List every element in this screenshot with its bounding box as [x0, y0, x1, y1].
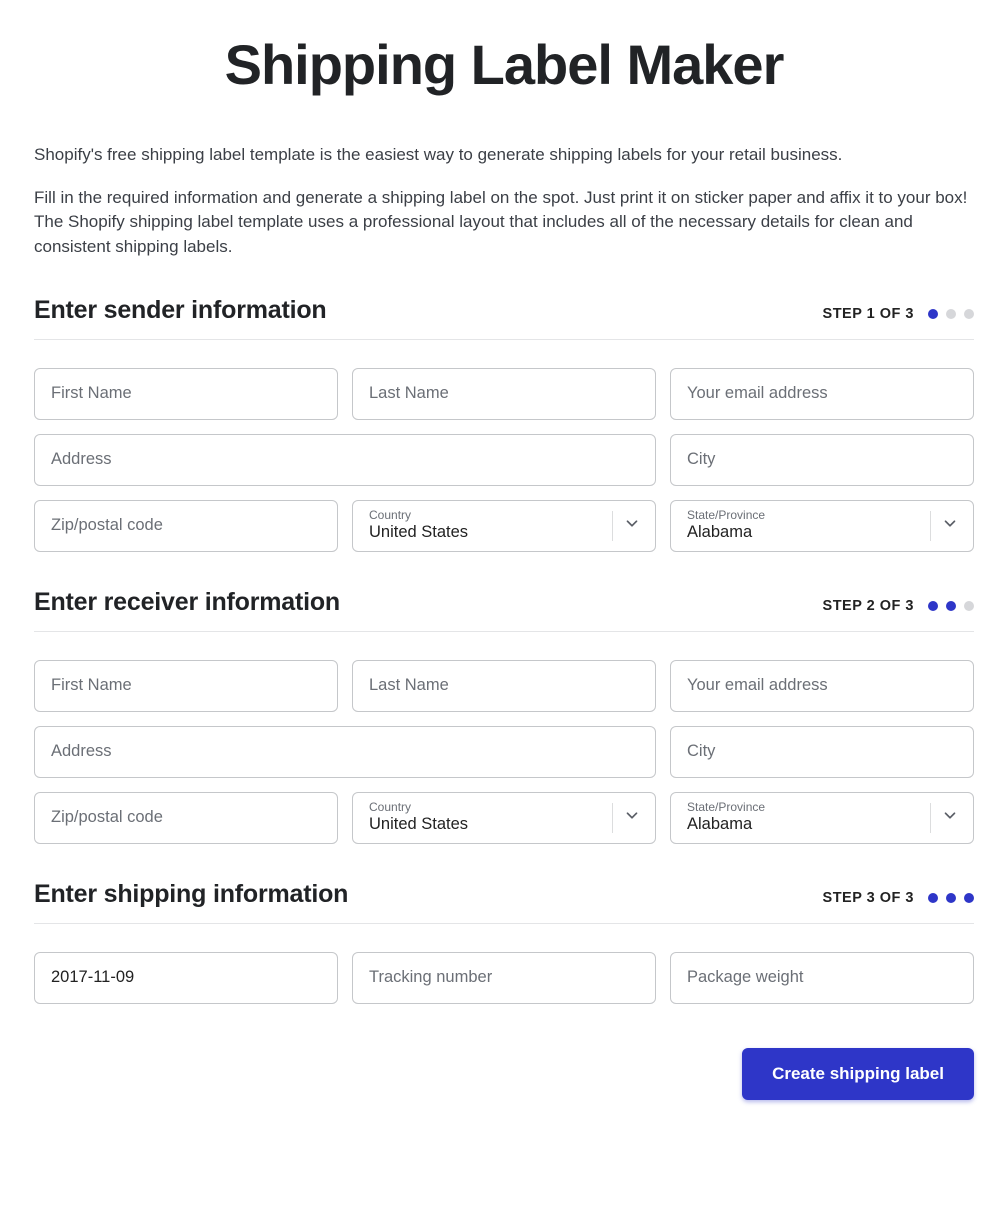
receiver-state-select[interactable]: State/Province Alabama	[670, 792, 974, 844]
receiver-country-value: United States	[369, 815, 468, 834]
sender-state-label: State/Province	[687, 509, 765, 521]
intro-paragraph-2: Fill in the required information and gen…	[34, 186, 974, 260]
sender-zip-input[interactable]	[51, 516, 321, 535]
sender-form: Country United States State/Province Ala…	[34, 368, 974, 552]
shipping-heading: Enter shipping information	[34, 880, 348, 909]
sender-zip-field[interactable]	[34, 500, 338, 552]
receiver-address-input[interactable]	[51, 742, 639, 761]
receiver-heading: Enter receiver information	[34, 588, 340, 617]
sender-email-input[interactable]	[687, 384, 957, 403]
receiver-section-header: Enter receiver information STEP 2 OF 3	[34, 588, 974, 632]
receiver-zip-field[interactable]	[34, 792, 338, 844]
create-shipping-label-button[interactable]: Create shipping label	[742, 1048, 974, 1100]
sender-last-name-field[interactable]	[352, 368, 656, 420]
shipping-date-field[interactable]	[34, 952, 338, 1004]
intro-paragraph-1: Shopify's free shipping label template i…	[34, 143, 974, 168]
sender-first-name-field[interactable]	[34, 368, 338, 420]
receiver-zip-input[interactable]	[51, 808, 321, 827]
receiver-step-dots	[928, 601, 974, 611]
shipping-step-label: STEP 3 OF 3	[823, 890, 914, 906]
sender-first-name-input[interactable]	[51, 384, 321, 403]
sender-section-header: Enter sender information STEP 1 OF 3	[34, 296, 974, 340]
shipping-form	[34, 952, 974, 1004]
receiver-email-input[interactable]	[687, 676, 957, 695]
receiver-first-name-input[interactable]	[51, 676, 321, 695]
sender-last-name-input[interactable]	[369, 384, 639, 403]
receiver-email-field[interactable]	[670, 660, 974, 712]
receiver-city-field[interactable]	[670, 726, 974, 778]
receiver-address-field[interactable]	[34, 726, 656, 778]
chevron-down-icon	[941, 514, 959, 537]
intro-text: Shopify's free shipping label template i…	[34, 143, 974, 260]
shipping-date-input[interactable]	[51, 968, 321, 987]
page-title: Shipping Label Maker	[34, 0, 974, 143]
receiver-first-name-field[interactable]	[34, 660, 338, 712]
sender-country-select[interactable]: Country United States	[352, 500, 656, 552]
sender-country-label: Country	[369, 509, 411, 521]
sender-heading: Enter sender information	[34, 296, 326, 325]
receiver-country-label: Country	[369, 801, 411, 813]
sender-city-input[interactable]	[687, 450, 957, 469]
shipping-step-dots	[928, 893, 974, 903]
sender-country-value: United States	[369, 523, 468, 542]
chevron-down-icon	[941, 806, 959, 829]
sender-city-field[interactable]	[670, 434, 974, 486]
receiver-state-label: State/Province	[687, 801, 765, 813]
tracking-number-input[interactable]	[369, 968, 639, 987]
chevron-down-icon	[623, 514, 641, 537]
sender-email-field[interactable]	[670, 368, 974, 420]
chevron-down-icon	[623, 806, 641, 829]
sender-step-label: STEP 1 OF 3	[823, 306, 914, 322]
receiver-form: Country United States State/Province Ala…	[34, 660, 974, 844]
receiver-state-value: Alabama	[687, 815, 752, 834]
receiver-last-name-input[interactable]	[369, 676, 639, 695]
receiver-country-select[interactable]: Country United States	[352, 792, 656, 844]
sender-state-value: Alabama	[687, 523, 752, 542]
package-weight-field[interactable]	[670, 952, 974, 1004]
sender-address-input[interactable]	[51, 450, 639, 469]
package-weight-input[interactable]	[687, 968, 957, 987]
sender-step-dots	[928, 309, 974, 319]
sender-address-field[interactable]	[34, 434, 656, 486]
receiver-city-input[interactable]	[687, 742, 957, 761]
shipping-section-header: Enter shipping information STEP 3 OF 3	[34, 880, 974, 924]
tracking-number-field[interactable]	[352, 952, 656, 1004]
receiver-last-name-field[interactable]	[352, 660, 656, 712]
sender-state-select[interactable]: State/Province Alabama	[670, 500, 974, 552]
receiver-step-label: STEP 2 OF 3	[823, 598, 914, 614]
